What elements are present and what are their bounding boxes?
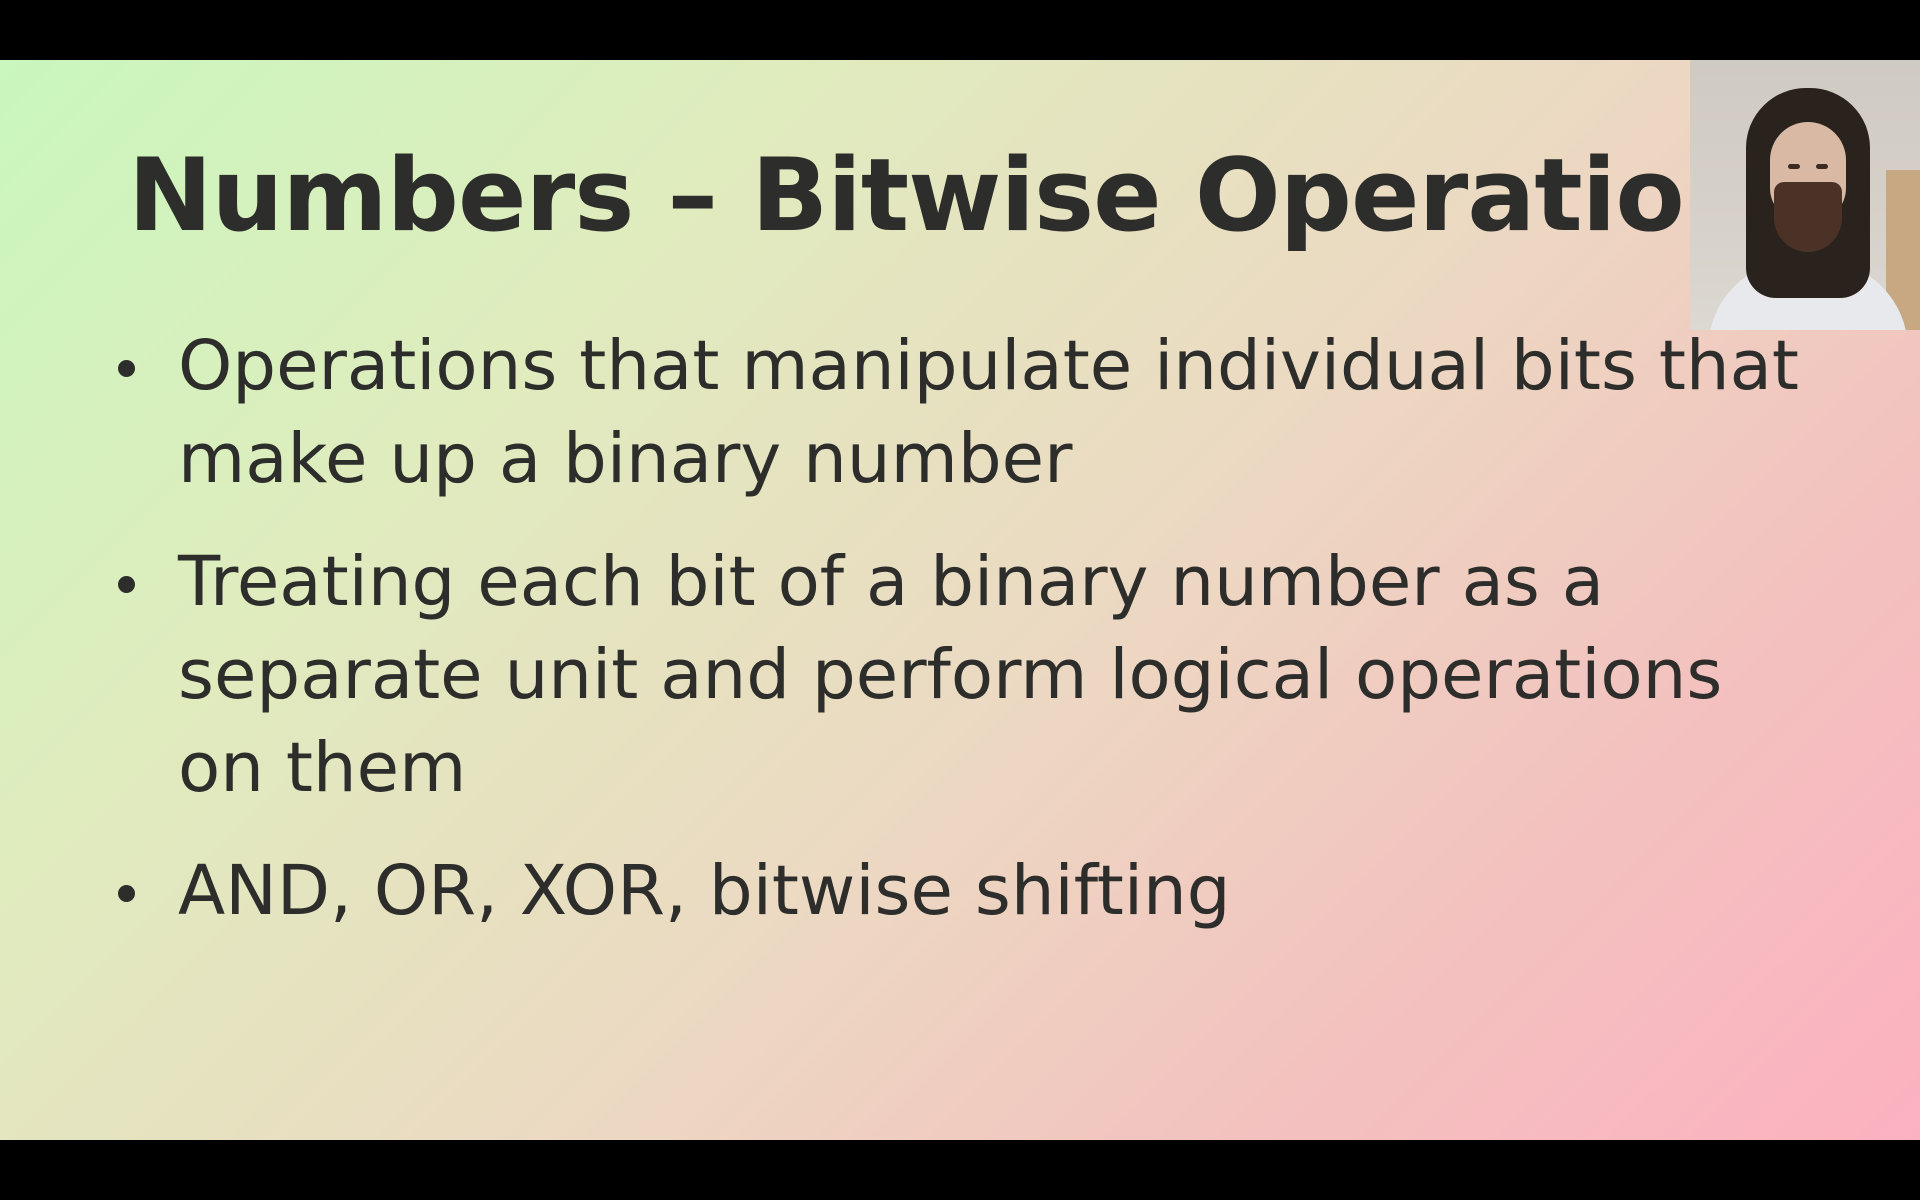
bullet-text: Operations that manipulate individual bi… xyxy=(178,326,1799,499)
bullet-item: Operations that manipulate individual bi… xyxy=(110,320,1830,506)
bullet-item: Treating each bit of a binary number as … xyxy=(110,536,1830,815)
bullet-dot-icon xyxy=(118,576,135,593)
presentation-slide: Numbers – Bitwise Operations Operations … xyxy=(0,60,1920,1140)
video-frame: Numbers – Bitwise Operations Operations … xyxy=(0,0,1920,1200)
bullet-dot-icon xyxy=(118,885,135,902)
slide-title: Numbers – Bitwise Operations xyxy=(128,136,1815,254)
bullet-item: AND, OR, XOR, bitwise shifting xyxy=(110,845,1830,938)
bullet-text: AND, OR, XOR, bitwise shifting xyxy=(178,851,1231,931)
presenter-beard xyxy=(1774,182,1842,252)
presenter-eye xyxy=(1816,164,1828,169)
presenter-eye xyxy=(1788,164,1800,169)
bullet-list: Operations that manipulate individual bi… xyxy=(110,320,1830,968)
bullet-text: Treating each bit of a binary number as … xyxy=(178,542,1723,808)
bullet-dot-icon xyxy=(118,360,135,377)
presenter-webcam-overlay xyxy=(1690,60,1920,330)
